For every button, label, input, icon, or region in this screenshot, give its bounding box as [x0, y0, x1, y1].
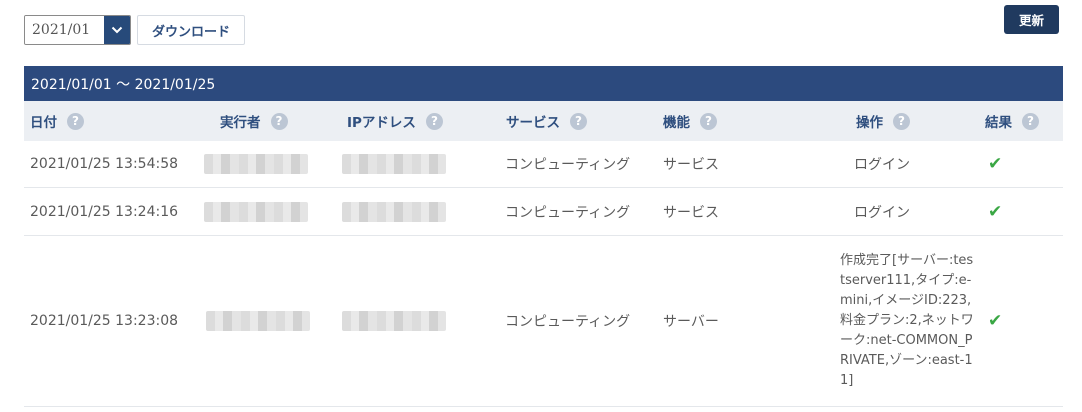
check-icon: ✔	[988, 154, 1003, 174]
redacted-ip	[342, 154, 446, 174]
help-icon[interactable]: ?	[700, 112, 717, 130]
cell-operation: ログイン	[854, 157, 910, 173]
redacted-executor	[204, 154, 308, 174]
check-icon: ✔	[988, 201, 1003, 222]
cell-result: ✔	[988, 188, 1002, 235]
cell-date: 2021/01/25 13:23:08	[30, 313, 179, 329]
help-icon[interactable]: ?	[893, 112, 910, 130]
column-header-function: 機能 ?	[663, 101, 717, 141]
cell-function: サービス	[663, 157, 719, 173]
redacted-executor	[204, 201, 308, 222]
cell-date: 2021/01/25 13:24:16	[30, 203, 179, 220]
column-header-executor: 実行者 ?	[220, 101, 288, 141]
month-select-value: 2021/01	[25, 16, 104, 44]
cell-result: ✔	[988, 141, 1002, 187]
cell-executor	[204, 188, 308, 235]
chevron-down-icon[interactable]	[104, 16, 130, 44]
cell-result: ✔	[988, 236, 1002, 406]
column-header-service: サービス ?	[506, 101, 587, 141]
refresh-button[interactable]: 更新	[1004, 5, 1059, 34]
toolbar: 2021/01 ダウンロード	[24, 15, 246, 45]
date-range-label: 2021/01/01 ～ 2021/01/25	[31, 76, 216, 93]
cell-executor	[204, 141, 308, 187]
help-icon[interactable]: ?	[270, 112, 288, 130]
column-header-result: 結果 ?	[985, 101, 1039, 141]
redacted-executor	[206, 311, 310, 331]
check-icon: ✔	[988, 311, 1003, 331]
table-header: 日付 ? 実行者 ? IPアドレス ? サービス ? 機能 ? 操作 ? 結果 …	[24, 101, 1063, 141]
help-icon[interactable]: ?	[570, 112, 587, 130]
cell-executor	[206, 236, 310, 406]
column-header-operation: 操作 ?	[856, 101, 910, 141]
cell-ip	[342, 188, 446, 235]
cell-operation: ログイン	[854, 204, 910, 221]
table-row: 2021/01/25 13:24:16 コンピューティング サービス ログイン …	[24, 188, 1063, 236]
redacted-ip	[342, 311, 446, 331]
redacted-ip	[342, 201, 446, 222]
operation-detail-text: 作成完了[サーバー:testserver111,タイプ:e-mini,イメージI…	[840, 253, 974, 388]
help-icon[interactable]: ?	[425, 112, 443, 130]
cell-ip	[342, 236, 446, 406]
table-row: 2021/01/25 13:23:08 コンピューティング サーバー 作成完了[…	[24, 236, 1063, 407]
column-header-ip: IPアドレス ?	[347, 101, 443, 141]
help-icon[interactable]: ?	[67, 112, 84, 130]
download-button[interactable]: ダウンロード	[137, 15, 246, 45]
month-select[interactable]: 2021/01	[24, 15, 131, 45]
cell-date: 2021/01/25 13:54:58	[30, 156, 179, 172]
column-header-date: 日付 ?	[30, 101, 84, 141]
cell-service: コンピューティング	[505, 157, 631, 173]
cell-function: サーバー	[663, 314, 719, 330]
cell-service: コンピューティング	[505, 204, 631, 221]
cell-ip	[342, 141, 446, 187]
date-range-header: 2021/01/01 ～ 2021/01/25	[24, 66, 1063, 101]
help-icon[interactable]: ?	[1022, 112, 1039, 130]
cell-operation: 作成完了[サーバー:testserver111,タイプ:e-mini,イメージI…	[840, 236, 975, 406]
table-row: 2021/01/25 13:54:58 コンピューティング サービス ログイン …	[24, 141, 1063, 188]
cell-function: サービス	[663, 204, 719, 221]
cell-service: コンピューティング	[505, 314, 631, 330]
